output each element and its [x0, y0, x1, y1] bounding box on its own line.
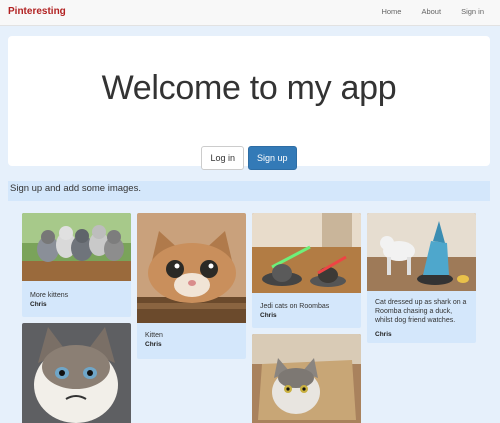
pin-author: Chris [145, 341, 162, 348]
jumbotron: Welcome to my app Log in Sign up [8, 36, 490, 170]
notice-banner: Sign up and add some images. [8, 181, 490, 201]
pin-card[interactable]: More kittens Chris [22, 213, 131, 317]
pin-image-shark-cat-roomba[interactable] [367, 213, 476, 291]
page-title: Welcome to my app [101, 69, 397, 107]
pin-image-kitten-peeking[interactable] [137, 213, 246, 323]
pin-caption: Cat dressed up as shark on a Roomba chas… [375, 299, 467, 324]
nav-about-link[interactable]: About [421, 7, 441, 16]
nav-sign-in-link[interactable]: Sign in [461, 7, 484, 16]
log-in-button[interactable]: Log in [201, 146, 244, 170]
pin-image-grumpy-cat[interactable] [22, 323, 131, 423]
nav-links: Home About Sign in [381, 7, 484, 16]
brand-logo[interactable]: Pinteresting [8, 6, 66, 17]
pin-author: Chris [375, 331, 392, 338]
pin-image-kittens-on-log[interactable] [22, 213, 131, 281]
pin-author: Chris [30, 301, 47, 308]
pin-card[interactable] [252, 334, 361, 423]
pin-card[interactable] [22, 323, 131, 423]
pin-image-jedi-cats-roomba[interactable] [252, 213, 361, 293]
navbar: Pinteresting Home About Sign in [0, 0, 500, 26]
pin-caption: More kittens [30, 292, 69, 299]
pin-caption: Kitten [145, 332, 163, 339]
nav-home-link[interactable]: Home [381, 7, 401, 16]
sign-up-button[interactable]: Sign up [248, 146, 297, 170]
jumbotron-actions: Log in Sign up [8, 146, 490, 170]
pin-caption: Jedi cats on Roombas [260, 303, 330, 310]
pin-card[interactable]: Jedi cats on Roombas Chris [252, 213, 361, 328]
pin-card[interactable]: Kitten Chris [137, 213, 246, 359]
pin-author: Chris [260, 312, 277, 319]
pin-image-cat-in-paper-bag[interactable] [252, 334, 361, 423]
pin-card[interactable]: Cat dressed up as shark on a Roomba chas… [367, 213, 476, 343]
